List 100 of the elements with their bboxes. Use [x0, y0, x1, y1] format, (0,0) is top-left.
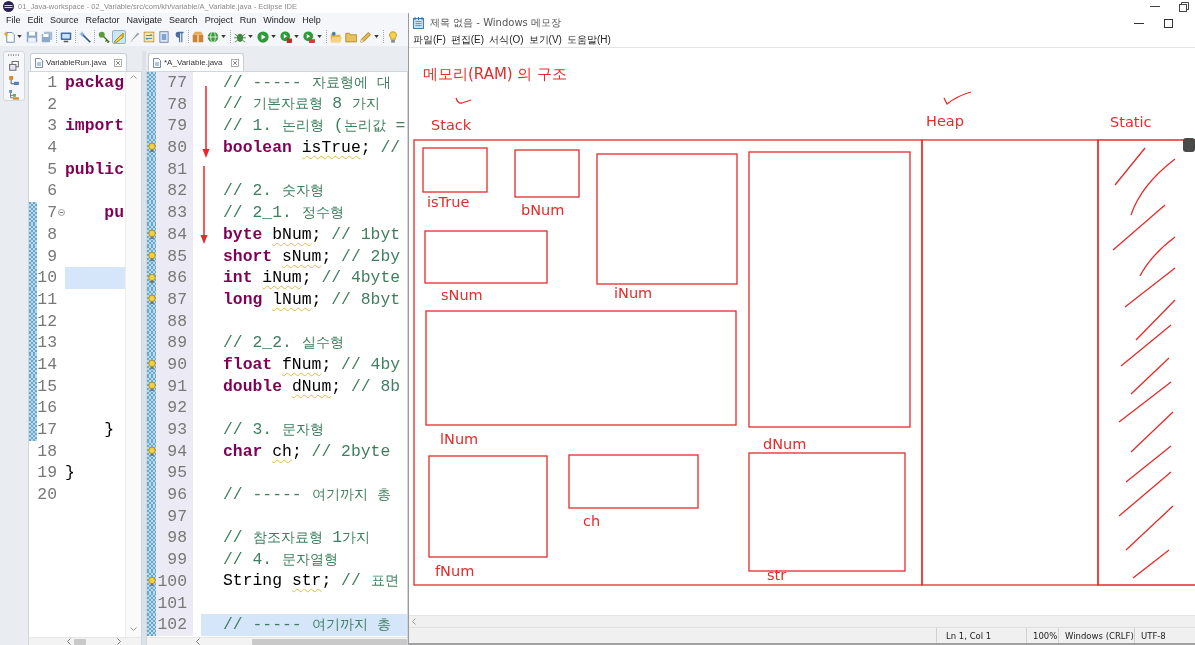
menu-item[interactable]: 보기(V): [528, 33, 562, 47]
vertical-scrollbar[interactable]: [125, 72, 141, 637]
scroll-left-icon[interactable]: [67, 638, 71, 645]
horizontal-scrollbar[interactable]: [29, 637, 141, 645]
frame-icon[interactable]: [157, 29, 171, 44]
code-line: // 4. 문자열형: [223, 548, 339, 571]
area-label: Stack: [431, 117, 472, 133]
highlighter-icon[interactable]: [112, 29, 126, 44]
lightbulb-icon[interactable]: [386, 29, 400, 44]
line-number: 82: [156, 180, 193, 203]
scroll-up-icon[interactable]: [130, 75, 137, 79]
variable-label: bNum: [521, 202, 565, 218]
lightbulb-icon[interactable]: [147, 143, 156, 153]
line-number: 15: [37, 375, 57, 398]
menu-item[interactable]: Project: [204, 15, 233, 25]
close-icon[interactable]: [230, 58, 239, 67]
annotation-arrow: [202, 86, 210, 158]
editor-tab[interactable]: VariableRun.java: [30, 53, 128, 71]
play-coverage-icon[interactable]: [279, 29, 293, 44]
menu-item[interactable]: 서식(O): [489, 33, 524, 47]
lightbulb-icon[interactable]: [147, 230, 156, 240]
menu-item[interactable]: Window: [263, 15, 296, 25]
line-number: 90: [156, 353, 193, 376]
menu-item[interactable]: Navigate: [126, 15, 163, 25]
menu-item[interactable]: Source: [50, 15, 79, 25]
lightbulb-icon[interactable]: [147, 381, 156, 391]
code-line: double dNum; // 8b: [223, 375, 401, 398]
lightbulb-icon[interactable]: [147, 295, 156, 305]
menu-item[interactable]: 편집(E): [450, 33, 485, 47]
key-icon[interactable]: [97, 29, 111, 44]
lightbulb-icon[interactable]: [147, 360, 156, 370]
scroll-down-icon[interactable]: [130, 627, 137, 631]
window-title: 제목 없음 - Windows 메모장: [430, 16, 561, 30]
line-number: 99: [156, 549, 193, 571]
caret-icon[interactable]: [17, 35, 22, 38]
scroll-left-icon[interactable]: [196, 638, 200, 645]
caret-icon[interactable]: [221, 35, 226, 38]
line-number: 17: [37, 419, 57, 441]
code-line: String str; // 표면: [223, 570, 399, 593]
variable-label: ch: [583, 513, 601, 529]
line-number: 86: [156, 267, 193, 289]
code-line: packag: [65, 72, 125, 94]
editor-tab[interactable]: *A_Variable.java: [148, 53, 244, 71]
lightbulb-icon[interactable]: [147, 251, 156, 261]
scroll-left-icon[interactable]: [412, 618, 416, 625]
lightbulb-icon[interactable]: [147, 577, 156, 587]
outline-icon[interactable]: [9, 90, 19, 100]
menu-item[interactable]: 파일(F): [413, 33, 446, 47]
line-number: 18: [37, 440, 57, 463]
horizontal-scrollbar[interactable]: [409, 615, 1195, 627]
menu-item[interactable]: Run: [239, 15, 257, 25]
scrollbar-thumb[interactable]: [252, 638, 407, 645]
tick-icon: [943, 91, 972, 105]
tick-icon: [455, 97, 472, 104]
minimize-icon[interactable]: [1134, 22, 1144, 24]
code-line: pu: [103, 202, 125, 224]
code-line: // 참조자료형 1가지: [223, 526, 371, 549]
code-line: // 2_2. 실수형: [223, 331, 344, 354]
close-icon[interactable]: [114, 58, 123, 67]
compare-icon[interactable]: [142, 29, 156, 44]
wand-icon[interactable]: [78, 29, 92, 44]
horizontal-scrollbar[interactable]: [147, 637, 407, 645]
menu-item[interactable]: Edit: [27, 15, 44, 25]
lightbulb-icon[interactable]: [147, 273, 156, 283]
menu-item[interactable]: Refactor: [85, 15, 120, 25]
line-number: 6: [46, 180, 57, 203]
scrollbar-thumb[interactable]: [74, 638, 86, 645]
package-icon[interactable]: [191, 29, 205, 44]
scroll-right-icon[interactable]: [117, 638, 121, 645]
line-number: 20: [37, 484, 57, 506]
menu-item[interactable]: 도움말(H): [566, 33, 611, 47]
text-area[interactable]: 메모리(RAM) 의 구조 Stack Heap Static isTrue bNum sNum iNum lNum dNum fNum ch str: [409, 48, 1195, 615]
hierarchy-icon[interactable]: [9, 75, 19, 86]
line-number: 11: [37, 288, 57, 311]
lightbulb-icon[interactable]: [147, 447, 156, 457]
restore-icon[interactable]: [1179, 1, 1189, 12]
maximize-icon[interactable]: [1164, 18, 1173, 28]
caret-icon[interactable]: [374, 35, 379, 38]
file-icon: [153, 57, 161, 68]
caret-icon[interactable]: [317, 35, 322, 38]
caret-icon[interactable]: [271, 35, 276, 38]
caret-icon[interactable]: [248, 35, 253, 38]
restore-icon[interactable]: [9, 60, 19, 71]
code-line: short sNum; // 2by: [223, 245, 401, 268]
line-number: 95: [156, 462, 193, 485]
play-toolbox-icon[interactable]: [302, 29, 316, 44]
code-line: // 1. 논리형 (논리값 =: [223, 114, 406, 137]
open-folder-icon[interactable]: [329, 29, 343, 44]
line-number: 100: [156, 570, 193, 593]
line-number: 13: [37, 332, 57, 354]
menu-item[interactable]: File: [6, 15, 21, 25]
menu-item[interactable]: Help: [302, 15, 321, 25]
menu-item[interactable]: Search: [169, 15, 198, 25]
floppy-disks-icon[interactable]: [40, 29, 54, 44]
code-line: import: [65, 115, 125, 138]
caret-icon[interactable]: [294, 35, 299, 38]
line-number: 3: [46, 115, 57, 138]
line-number: 101: [156, 592, 193, 615]
scrollbar-thumb[interactable]: [1183, 138, 1195, 152]
collapse-icon[interactable]: [57, 209, 65, 217]
